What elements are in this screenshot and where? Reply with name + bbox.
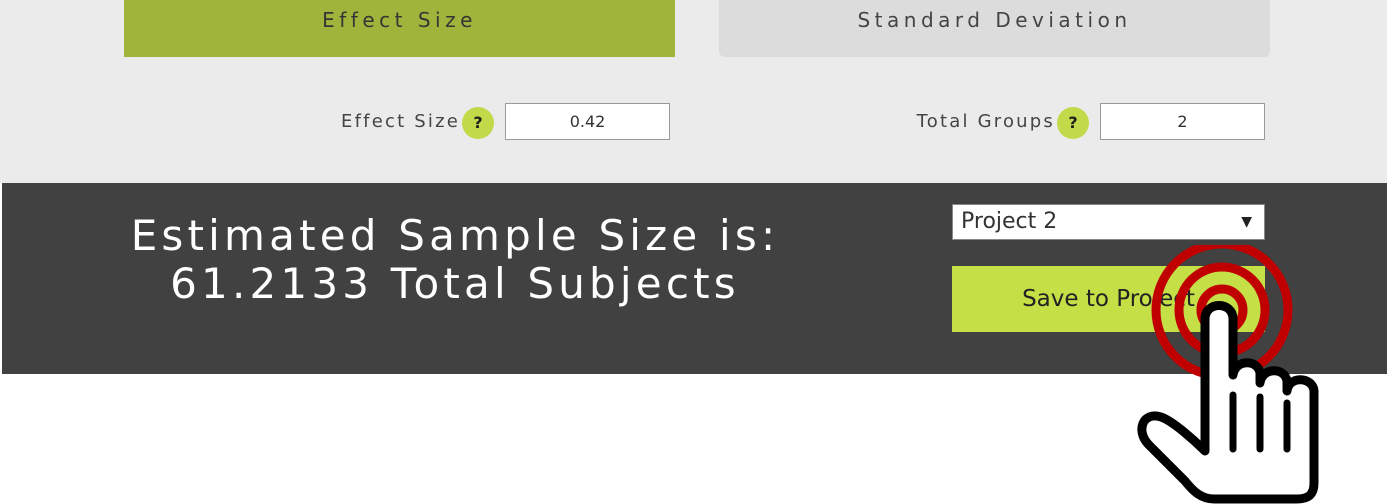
- tab-standard-deviation-label: Standard Deviation: [857, 8, 1132, 32]
- effect-size-input[interactable]: [505, 103, 670, 140]
- tab-effect-size-label: Effect Size: [322, 8, 477, 32]
- sample-size-calculator-page: Effect Size Standard Deviation Effect Si…: [0, 0, 1387, 504]
- effect-size-label: Effect Size: [341, 111, 460, 132]
- tab-standard-deviation[interactable]: Standard Deviation: [719, 0, 1270, 57]
- chevron-down-icon: ▼: [1241, 214, 1252, 230]
- result-value: 61.2133 Total Subjects: [170, 259, 740, 308]
- save-to-project-label: Save to Project: [1022, 286, 1195, 312]
- total-groups-label: Total Groups: [916, 111, 1055, 132]
- input-panel: Effect Size Standard Deviation Effect Si…: [0, 0, 1387, 183]
- estimated-sample-size-result: Estimated Sample Size is: 61.2133 Total …: [100, 212, 810, 308]
- save-to-project-button[interactable]: Save to Project: [952, 266, 1265, 332]
- tab-effect-size[interactable]: Effect Size: [124, 0, 675, 57]
- total-groups-input[interactable]: [1100, 103, 1265, 140]
- total-groups-help-icon[interactable]: ?: [1057, 107, 1089, 139]
- project-select-value: Project 2: [961, 209, 1058, 234]
- result-heading: Estimated Sample Size is:: [130, 211, 780, 260]
- project-select[interactable]: Project 2 ▼: [952, 204, 1265, 240]
- effect-size-help-icon[interactable]: ?: [462, 107, 494, 139]
